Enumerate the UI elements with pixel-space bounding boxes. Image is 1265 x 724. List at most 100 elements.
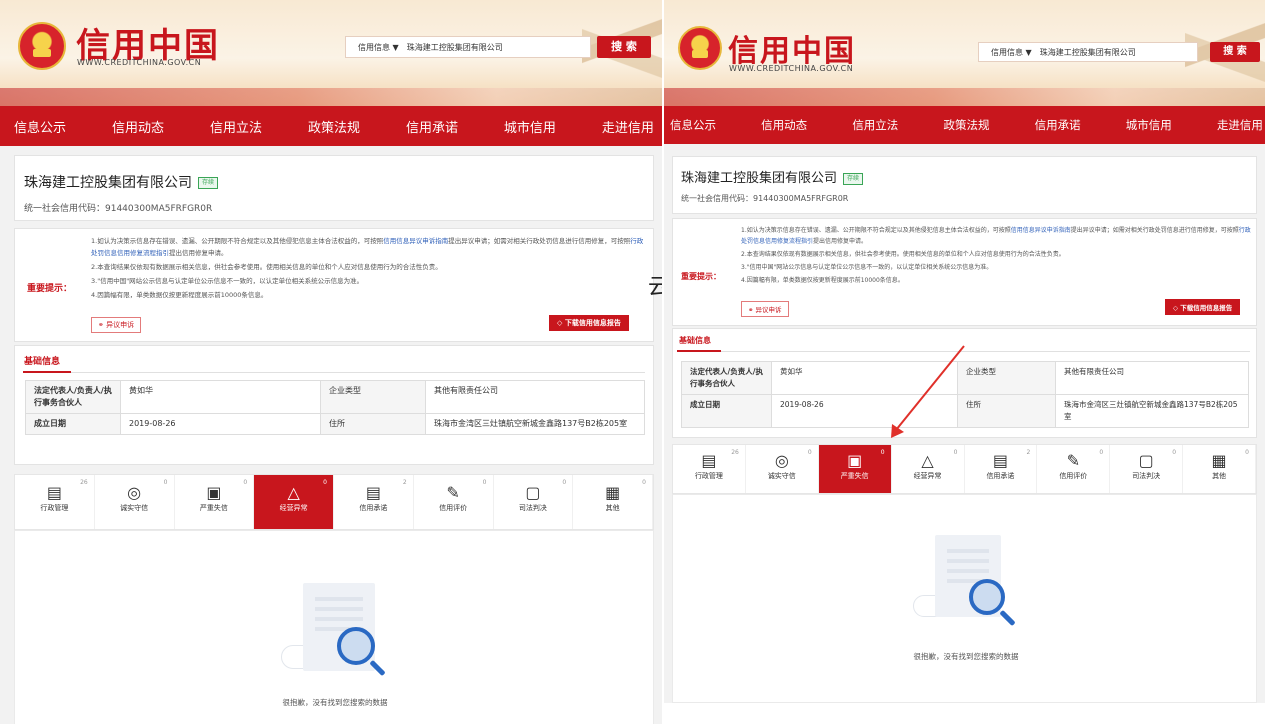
objection-button[interactable]: ⚭ 异议申诉 (741, 301, 789, 317)
download-report-button[interactable]: ◇ 下载信用信息报告 (549, 315, 629, 331)
notice-label: 重要提示： (681, 272, 721, 281)
section-underline (677, 350, 721, 352)
empty-message: 很抱歉，没有找到您搜索的数据 (282, 698, 388, 707)
section-divider (23, 372, 645, 373)
nav-item-info-public[interactable]: 信息公示 (670, 117, 716, 133)
tab-label: 行政管理 (694, 472, 723, 480)
tab-abnormal-operation[interactable]: 0 △ 经营异常 (892, 445, 965, 493)
tab-honesty[interactable]: 0 ◎ 诚实守信 (746, 445, 819, 493)
tab-abnormal-operation[interactable]: 0 △ 经营异常 (254, 475, 334, 529)
nav-item-credit-promise[interactable]: 信用承诺 (406, 117, 458, 136)
objection-guide-link[interactable]: 信用信息异议申诉指南 (1011, 227, 1071, 234)
tab-count: 26 (80, 479, 88, 486)
tab-count: 0 (243, 479, 248, 486)
objection-guide-link[interactable]: 信用信息异议申诉指南 (383, 237, 448, 245)
tab-serious-dishonesty[interactable]: 0 ▣ 严重失信 (175, 475, 255, 529)
left-screenshot-panel: 信用中国 WWW.CREDITCHINA.GOV.CN 信用信息 ▼ 珠海建工控… (0, 0, 662, 724)
tab-count: 0 (642, 479, 646, 486)
search-button[interactable]: 搜 索 (1210, 42, 1260, 62)
nav-item-about[interactable]: 走进信用 (602, 117, 654, 136)
tab-count: 0 (807, 449, 812, 456)
tab-credit-evaluation[interactable]: 0 ✎ 信用评价 (1037, 445, 1111, 493)
nav-item-city-credit[interactable]: 城市信用 (504, 117, 556, 136)
national-emblem-icon (678, 26, 722, 70)
tab-honesty[interactable]: 0 ◎ 诚实守信 (95, 475, 175, 529)
notice-text: 1.如认为决策示信息存在错误、遗漏、公开期限不符合规定以及其他侵犯信息主体合法权… (741, 227, 1251, 284)
table-row: 成立日期 2019-08-26 住所 珠海市金湾区三灶镇航空新城金鑫路137号B… (681, 394, 1249, 428)
nav-item-policy[interactable]: 政策法规 (308, 117, 360, 136)
tab-count: 0 (163, 479, 168, 486)
tab-judicial[interactable]: 0 ▢ 司法判决 (1110, 445, 1184, 493)
nav-item-credit-news[interactable]: 信用动态 (112, 117, 164, 136)
tab-count: 0 (953, 449, 958, 456)
tab-admin[interactable]: 26 ▤ 行政管理 (673, 445, 746, 493)
tab-serious-dishonesty[interactable]: 0 ▣ 严重失信 (818, 445, 892, 493)
main-nav: 信息公示 信用动态 信用立法 政策法规 信用承诺 城市信用 走进信用 (664, 106, 1265, 144)
basic-info-table: 法定代表人/负责人/执行事务合伙人 黄如华 企业类型 其他有限责任公司 成立日期… (25, 380, 645, 435)
tab-count: 0 (323, 479, 327, 486)
tab-other[interactable]: 0 ▦ 其他 (1183, 445, 1256, 493)
basic-info-title: 基础信息 (679, 336, 711, 345)
admin-icon: ▤ (46, 483, 62, 502)
download-report-button[interactable]: ◇ 下载信用信息报告 (1165, 299, 1241, 315)
nav-item-credit-legislation[interactable]: 信用立法 (852, 117, 898, 133)
company-name: 珠海建工控股集团有限公司 存续 (681, 167, 864, 186)
basic-info-card: 基础信息 法定代表人/负责人/执行事务合伙人 黄如华 企业类型 其他有限责任公司… (14, 345, 654, 465)
tab-label: 信用承诺 (359, 504, 388, 512)
search-button[interactable]: 搜 索 (597, 36, 651, 58)
right-screenshot-panel: 信用中国 WWW.CREDITCHINA.GOV.CN 信用信息 ▼ 珠海建工控… (664, 0, 1265, 703)
tab-label: 信用评价 (1059, 472, 1088, 480)
empty-message: 很抱歉，没有找到您搜索的数据 (913, 652, 1019, 661)
credit-promise-icon: ▤ (365, 483, 381, 502)
search-bar[interactable]: 信用信息 ▼ 珠海建工控股集团有限公司 (978, 42, 1198, 62)
search-type-select[interactable]: 信用信息 ▼ (979, 47, 1040, 58)
tab-label: 诚实守信 (767, 472, 796, 480)
tab-count: 0 (1245, 449, 1249, 456)
nav-item-policy[interactable]: 政策法规 (943, 117, 989, 133)
site-url: WWW.CREDITCHINA.GOV.CN (77, 58, 202, 67)
company-name: 珠海建工控股集团有限公司 存续 (24, 172, 219, 192)
empty-state: 很抱歉，没有找到您搜索的数据 (672, 494, 1257, 703)
table-row: 法定代表人/负责人/执行事务合伙人 黄如华 企业类型 其他有限责任公司 (25, 380, 645, 414)
company-card: 珠海建工控股集团有限公司 存续 统一社会信用代码：91440300MA5FRFGR… (14, 155, 654, 221)
tab-other[interactable]: 0 ▦ 其他 (573, 475, 653, 529)
stray-glyph: 云 (648, 276, 662, 300)
search-type-select[interactable]: 信用信息 ▼ (346, 42, 407, 53)
tab-judicial[interactable]: 0 ▢ 司法判决 (494, 475, 574, 529)
national-emblem-icon (18, 22, 66, 70)
tab-credit-promise[interactable]: 2 ▤ 信用承诺 (965, 445, 1038, 493)
other-icon: ▦ (605, 483, 621, 502)
nav-item-credit-legislation[interactable]: 信用立法 (210, 117, 262, 136)
tab-credit-promise[interactable]: 2 ▤ 信用承诺 (334, 475, 414, 529)
credit-evaluation-icon: ✎ (446, 483, 460, 502)
notice-card: 重要提示： 1.如认为决策示信息存在错误、遗漏、公开期限不符合规定以及其他侵犯信… (14, 228, 654, 342)
tab-count: 2 (402, 479, 407, 486)
site-header: 信用中国 WWW.CREDITCHINA.GOV.CN 信用信息 ▼ 珠海建工控… (664, 0, 1265, 106)
objection-button[interactable]: ⚭ 异议申诉 (91, 317, 142, 333)
search-input[interactable]: 珠海建工控股集团有限公司 (407, 42, 503, 53)
tab-count: 0 (880, 449, 885, 456)
nav-item-city-credit[interactable]: 城市信用 (1126, 117, 1172, 133)
nav-item-credit-promise[interactable]: 信用承诺 (1035, 117, 1081, 133)
tab-label: 经营异常 (913, 472, 942, 480)
tab-label: 司法判决 (1132, 472, 1161, 480)
nav-item-info-public[interactable]: 信息公示 (14, 117, 66, 136)
basic-info-title: 基础信息 (24, 357, 61, 367)
tab-label: 信用评价 (439, 504, 468, 512)
tab-admin[interactable]: 26 ▤ 行政管理 (15, 475, 95, 529)
nav-item-about[interactable]: 走进信用 (1217, 117, 1263, 133)
search-bar[interactable]: 信用信息 ▼ 珠海建工控股集团有限公司 (345, 36, 591, 58)
search-input[interactable]: 珠海建工控股集团有限公司 (1040, 47, 1136, 58)
notice-card: 重要提示： 1.如认为决策示信息存在错误、遗漏、公开期限不符合规定以及其他侵犯信… (672, 218, 1257, 326)
basic-info-table: 法定代表人/负责人/执行事务合伙人 黄如华 企业类型 其他有限责任公司 成立日期… (681, 361, 1249, 428)
honesty-icon: ◎ (127, 483, 142, 502)
credit-code: 统一社会信用代码：91440300MA5FRFGR0R (681, 194, 849, 203)
nav-item-credit-news[interactable]: 信用动态 (761, 117, 807, 133)
section-divider (677, 351, 1250, 352)
notice-label: 重要提示： (27, 284, 73, 294)
credit-code: 统一社会信用代码：91440300MA5FRFGR0R (24, 204, 213, 214)
main-nav: 信息公示 信用动态 信用立法 政策法规 信用承诺 城市信用 走进信用 (0, 106, 662, 146)
magnifier-icon (337, 627, 375, 665)
tab-credit-evaluation[interactable]: 0 ✎ 信用评价 (414, 475, 494, 529)
serious-dishonesty-icon: ▣ (206, 483, 222, 502)
